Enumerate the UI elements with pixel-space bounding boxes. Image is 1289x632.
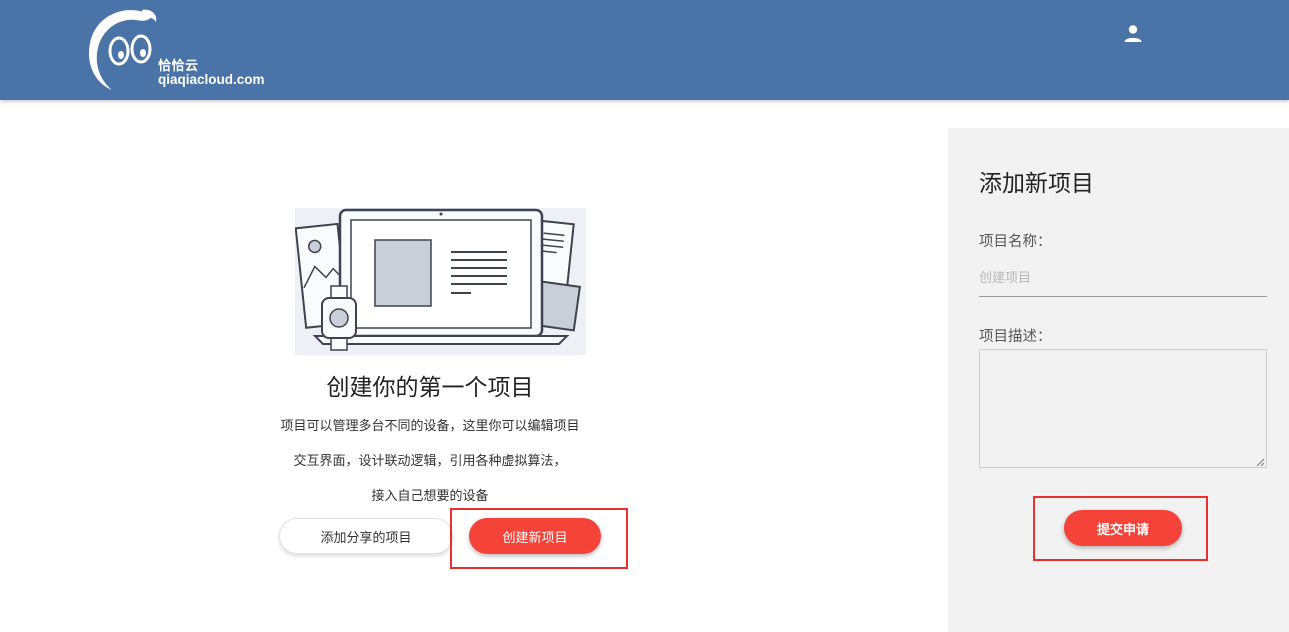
qiaqia-logo-icon <box>88 9 157 90</box>
project-name-label: 项目名称： <box>979 234 1052 250</box>
project-name-input[interactable] <box>979 260 1267 297</box>
hero-description-line-2: 交互界面，设计联动逻辑，引用各种虚拟算法， <box>293 454 567 469</box>
add-shared-project-button[interactable]: 添加分享的项目 <box>279 518 453 554</box>
hero-description-line-3: 接入自己想要的设备 <box>371 489 489 504</box>
create-button-highlight-box <box>450 508 628 569</box>
resize-handle-icon[interactable] <box>1255 457 1265 467</box>
top-header: 恰恰云 qiaqiacloud.com <box>0 0 1289 100</box>
laptop-devices-illustration <box>294 208 586 355</box>
brand-domain: qiaqiacloud.com <box>158 72 265 87</box>
panel-title: 添加新项目 <box>979 171 1094 197</box>
hero-title: 创建你的第一个项目 <box>326 375 534 401</box>
illustration-icon <box>294 208 586 355</box>
hero-description-line-1: 项目可以管理多台不同的设备，这里你可以编辑项目 <box>280 419 580 434</box>
project-description-textarea[interactable] <box>979 349 1267 468</box>
brand-logo[interactable]: 恰恰云 qiaqiacloud.com <box>84 6 284 94</box>
submit-button-highlight-box <box>1033 496 1208 561</box>
project-description-label: 项目描述： <box>979 329 1052 345</box>
user-icon[interactable] <box>1123 24 1143 44</box>
